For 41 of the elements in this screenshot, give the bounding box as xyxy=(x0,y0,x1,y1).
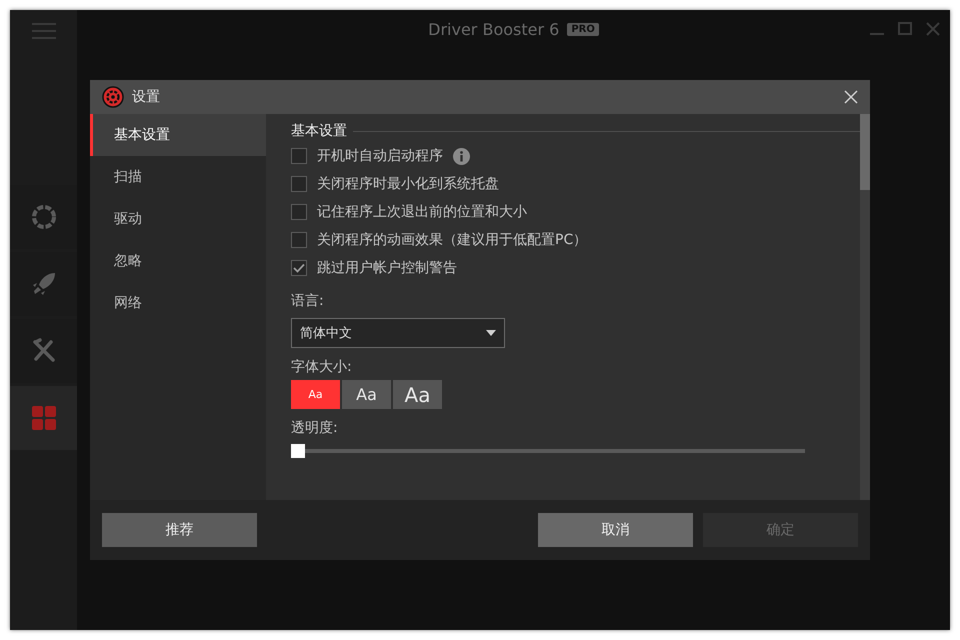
option-label: 开机时自动启动程序 xyxy=(317,147,443,165)
checkbox[interactable] xyxy=(291,204,307,220)
dialog-button[interactable]: 取消 xyxy=(538,513,693,547)
ring-icon xyxy=(30,204,56,230)
option-label: 关闭程序的动画效果（建议用于低配置PC） xyxy=(317,231,588,249)
nav-item[interactable] xyxy=(10,386,77,450)
opacity-slider[interactable] xyxy=(291,444,805,458)
caret-icon xyxy=(486,330,496,336)
font-size-label: 字体大小: xyxy=(291,358,353,377)
section-title: 基本设置 xyxy=(291,122,347,140)
app-title: Driver Booster 6 xyxy=(428,20,560,38)
checkbox[interactable] xyxy=(291,148,307,164)
maximize-icon[interactable] xyxy=(898,22,912,36)
settings-tab[interactable]: 忽略 xyxy=(90,240,266,282)
tools-icon xyxy=(30,338,56,364)
option-label: 关闭程序时最小化到系统托盘 xyxy=(317,175,499,193)
menu-icon[interactable] xyxy=(32,22,56,40)
checkbox[interactable] xyxy=(291,176,307,192)
font-size-button[interactable]: Aa xyxy=(393,380,442,409)
font-size-button[interactable]: Aa xyxy=(291,380,340,409)
dialog-button[interactable]: 推荐 xyxy=(102,513,257,547)
settings-tab[interactable]: 扫描 xyxy=(90,156,266,198)
language-label: 语言: xyxy=(291,292,325,311)
gear-logo-icon xyxy=(102,86,124,108)
option-label: 记住程序上次退出前的位置和大小 xyxy=(317,203,527,221)
dialog-title: 设置 xyxy=(132,88,160,106)
settings-tab[interactable]: 网络 xyxy=(90,282,266,324)
font-size-button[interactable]: Aa xyxy=(342,380,391,409)
checkbox[interactable] xyxy=(291,232,307,248)
info-icon[interactable] xyxy=(453,148,470,164)
rocket-icon xyxy=(30,271,56,297)
pro-badge: PRO xyxy=(567,22,599,36)
settings-tab[interactable]: 驱动 xyxy=(90,198,266,240)
opacity-label: 透明度: xyxy=(291,419,339,438)
option-label: 跳过用户帐户控制警告 xyxy=(317,259,457,277)
settings-tab[interactable]: 基本设置 xyxy=(90,114,266,156)
checkbox[interactable] xyxy=(291,260,307,276)
scrollbar-thumb[interactable] xyxy=(860,114,870,190)
language-dropdown[interactable]: 简体中文 xyxy=(291,318,505,348)
slider-thumb[interactable] xyxy=(291,444,305,458)
grid-icon xyxy=(32,406,56,430)
